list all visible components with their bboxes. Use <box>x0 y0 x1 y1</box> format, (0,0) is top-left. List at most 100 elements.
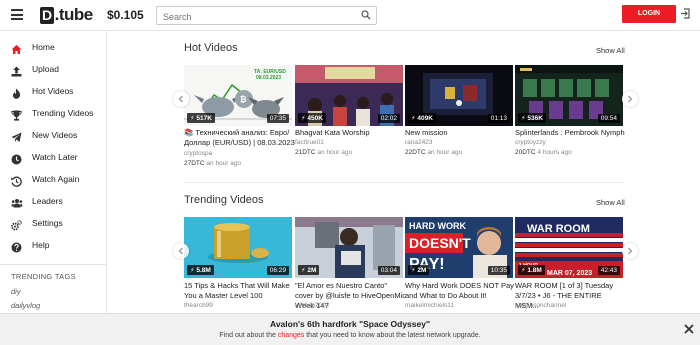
hamburger-menu-icon[interactable] <box>11 9 23 20</box>
search-box[interactable] <box>156 6 377 26</box>
hot-videos-title: Hot Videos <box>184 42 238 54</box>
video-title[interactable]: 15 Tips & Hacks That Will Make You a Mas… <box>184 281 296 301</box>
flame-icon <box>11 86 22 99</box>
sidebar-item-upload[interactable]: Upload <box>0 59 107 81</box>
video-author[interactable]: cryptoyzzy <box>515 139 546 146</box>
video-meta: 20DTC 4 hours ago <box>515 149 572 156</box>
sidebar-item-label: Leaders <box>32 196 63 206</box>
sidebar-item-home[interactable]: Home <box>0 37 107 59</box>
video-title[interactable]: New mission <box>405 128 517 138</box>
views-badge: ⚡ 409K <box>408 113 436 123</box>
svg-text:DOESN'T: DOESN'T <box>409 235 471 251</box>
question-icon <box>11 240 22 253</box>
home-icon <box>11 42 22 54</box>
trending-prev-arrow[interactable] <box>173 243 189 259</box>
duration-badge: 02:02 <box>377 114 400 123</box>
duration-badge: 10:35 <box>487 266 510 275</box>
section-divider <box>184 182 625 183</box>
announcement-title: Avalon's 6th hardfork "Space Odyssey" <box>270 319 430 329</box>
users-icon <box>11 196 23 208</box>
video-thumbnail[interactable]: ⚡ 5.8M 06:29 <box>184 217 292 278</box>
sidebar-item-label: Trending Videos <box>32 108 94 118</box>
announcement-text: Find out about the changes that you need… <box>219 332 481 339</box>
trending-tag[interactable]: dailyvlog <box>11 301 40 310</box>
svg-text:MAR 07, 2023: MAR 07, 2023 <box>547 270 592 277</box>
trending-videos-title: Trending Videos <box>184 194 264 206</box>
duration-badge: 01:13 <box>487 114 510 123</box>
views-badge: ⚡ 450K <box>298 113 326 123</box>
sidebar-item-trending-videos[interactable]: Trending Videos <box>0 103 107 125</box>
video-author[interactable]: maikelmichiels11 <box>405 302 454 309</box>
duration-badge: 07:35 <box>266 114 289 123</box>
video-thumbnail[interactable]: ⚡ 450K 02:02 <box>295 65 403 126</box>
sidebar-item-watch-again[interactable]: Watch Again <box>0 169 107 191</box>
video-author[interactable]: luisfwp2002 <box>295 302 329 309</box>
trophy-icon <box>11 108 22 121</box>
sidebar-item-watch-later[interactable]: Watch Later <box>0 147 107 169</box>
views-badge: ⚡ 517K <box>187 113 215 123</box>
history-icon <box>11 174 22 187</box>
sidebar-item-new-videos[interactable]: New Videos <box>0 125 107 147</box>
trending-tags-title: TRENDING TAGS <box>11 272 76 281</box>
sidebar-item-hot-videos[interactable]: Hot Videos <box>0 81 107 103</box>
video-thumbnail[interactable]: TA: EUR/USD 08.03.2023 ₿ ⚡ 517K 07:35 <box>184 65 292 126</box>
search-icon[interactable] <box>361 10 371 20</box>
sidebar-item-label: Home <box>32 42 55 52</box>
chevron-right-icon <box>628 95 633 103</box>
trending-show-all-link[interactable]: Show All <box>596 198 625 207</box>
wallet-balance: $0.105 <box>107 8 144 22</box>
sidebar-item-label: Watch Later <box>32 152 78 162</box>
login-arrow-icon[interactable] <box>680 8 691 19</box>
video-thumbnail[interactable]: HARD WORK DOESN'T PAY! ⚡ 2M 10:35 <box>405 217 513 278</box>
sidebar-item-label: Hot Videos <box>32 86 74 96</box>
svg-text:₿: ₿ <box>240 95 247 104</box>
video-meta: 21DTC an hour ago <box>295 149 353 156</box>
clock-icon <box>11 152 22 165</box>
duration-badge: 06:29 <box>266 266 289 275</box>
video-title[interactable]: Why Hard Work DOES NOT Pay and What to D… <box>405 281 517 301</box>
sidebar-item-label: Help <box>32 240 50 250</box>
video-author[interactable]: thearch99 <box>184 302 213 309</box>
changes-link[interactable]: changes <box>278 332 304 339</box>
hot-next-arrow[interactable] <box>622 91 638 107</box>
sidebar-item-label: Settings <box>32 218 63 228</box>
views-badge: ⚡ 2M <box>408 265 430 275</box>
video-author[interactable]: cryptospa <box>184 150 212 157</box>
video-title[interactable]: Splinterlands : Pembrook Nymph <box>515 128 627 138</box>
video-thumbnail[interactable]: WAR ROOM 1 HOUR MAR 07, 2023 ⚡ 1.8M 42:4… <box>515 217 623 278</box>
video-thumbnail[interactable]: ⚡ 536K 09:54 <box>515 65 623 126</box>
video-meta: 27DTC an hour ago <box>184 160 242 167</box>
svg-text:08.03.2023: 08.03.2023 <box>256 75 281 81</box>
views-badge: ⚡ 2M <box>298 265 320 275</box>
video-title[interactable]: Bhagvat Kata Worship <box>295 128 407 138</box>
video-author[interactable]: rana2423 <box>405 139 432 146</box>
dtube-logo[interactable]: D .tube <box>40 5 93 25</box>
video-author[interactable]: facttrue01 <box>295 139 324 146</box>
hot-show-all-link[interactable]: Show All <box>596 46 625 55</box>
views-badge: ⚡ 1.8M <box>518 265 545 275</box>
video-title[interactable]: 📚 Технический анализ: Евро/Доллар (EUR/U… <box>184 128 296 148</box>
sidebar-divider <box>0 264 107 265</box>
video-thumbnail[interactable]: ⚡ 2M 03:04 <box>295 217 403 278</box>
paper-plane-icon <box>11 130 22 142</box>
chevron-left-icon <box>178 95 183 103</box>
trending-tag[interactable]: diy <box>11 287 21 296</box>
upload-icon <box>11 64 22 77</box>
gears-icon <box>11 218 22 231</box>
top-header: D.tube $0.105 LOGIN <box>0 0 700 31</box>
trending-next-arrow[interactable] <box>622 243 638 259</box>
sidebar: Home Upload Hot Videos Trending Videos N… <box>0 31 107 313</box>
svg-text:WAR ROOM: WAR ROOM <box>527 223 590 235</box>
hot-prev-arrow[interactable] <box>173 91 189 107</box>
login-button[interactable]: LOGIN <box>622 5 676 23</box>
search-input[interactable] <box>157 8 352 26</box>
sidebar-item-help[interactable]: Help <box>0 235 107 257</box>
sidebar-item-label: Watch Again <box>32 174 80 184</box>
close-icon[interactable] <box>684 324 694 334</box>
video-thumbnail[interactable]: ⚡ 409K 01:13 <box>405 65 513 126</box>
sidebar-item-leaders[interactable]: Leaders <box>0 191 107 213</box>
chevron-left-icon <box>178 247 183 255</box>
video-meta: 22DTC an hour ago <box>405 149 463 156</box>
video-author[interactable]: rongibsonchannel <box>515 302 566 309</box>
sidebar-item-settings[interactable]: Settings <box>0 213 107 235</box>
